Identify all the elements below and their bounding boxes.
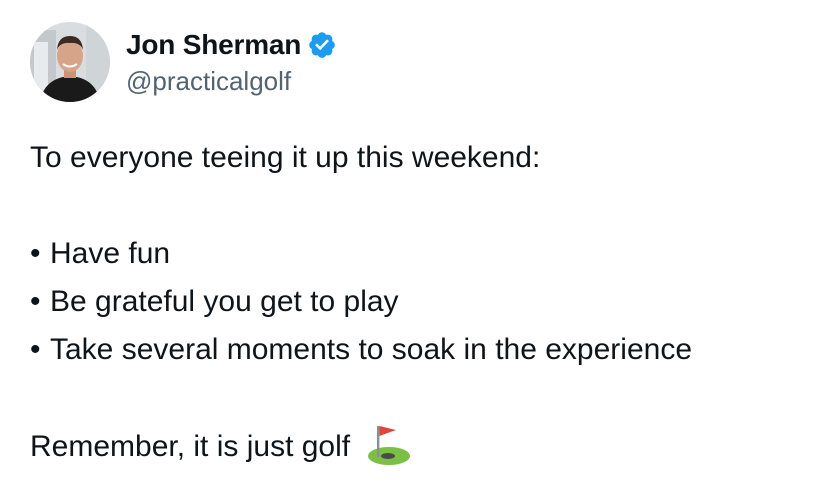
bullet-char: • [30,333,41,366]
verified-badge-icon[interactable] [307,30,337,60]
bullet-text: Be grateful you get to play [50,285,399,318]
tweet-header: Jon Sherman @practicalgolf [30,22,337,102]
list-item: • Have fun [30,230,820,278]
closing-text: Remember, it is just golf [30,430,351,463]
author-names: Jon Sherman @practicalgolf [126,26,337,98]
bullet-char: • [30,285,41,318]
flag-in-hole-icon [366,422,412,466]
tweet-card: Jon Sherman @practicalgolf To everyone t… [0,0,840,494]
list-item: • Be grateful you get to play [30,278,820,326]
list-item: • Take several moments to soak in the ex… [30,326,820,374]
bullet-char: • [30,237,41,270]
name-row: Jon Sherman [126,26,337,64]
display-name[interactable]: Jon Sherman [126,26,301,64]
bullet-text: Take several moments to soak in the expe… [50,333,692,366]
tweet-text: To everyone teeing it up this weekend: •… [30,134,820,470]
author-handle[interactable]: @practicalgolf [126,64,337,98]
closing-line: Remember, it is just golf [30,422,820,470]
tweet-intro: To everyone teeing it up this weekend: [30,141,541,174]
bullet-text: Have fun [50,237,171,270]
avatar[interactable] [30,22,110,102]
